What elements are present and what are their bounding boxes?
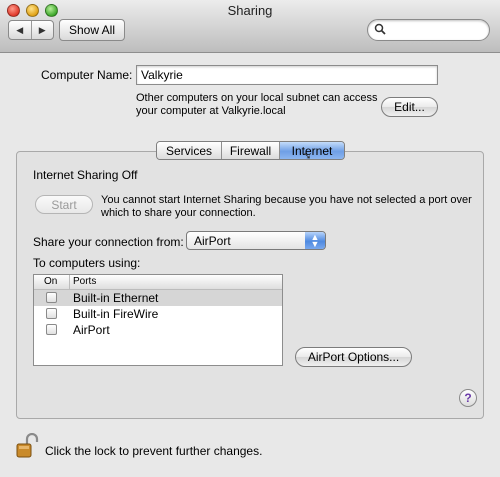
- share-from-label: Share your connection from:: [33, 235, 184, 249]
- back-arrow-icon[interactable]: ◀: [9, 21, 31, 39]
- port-checkbox-ethernet[interactable]: [46, 292, 57, 303]
- window-title: Sharing: [227, 3, 273, 18]
- computer-name-label: Computer Name:: [41, 68, 133, 82]
- popup-arrows-icon: ▲ ▼: [305, 232, 325, 249]
- tab-bar: Services Firewall Internet: [156, 141, 345, 160]
- start-button[interactable]: Start: [35, 195, 93, 214]
- to-computers-label: To computers using:: [33, 256, 141, 270]
- airport-options-button[interactable]: AirPort Options...: [295, 347, 412, 367]
- sharing-message-line2: which to share your connection.: [101, 207, 256, 219]
- help-button[interactable]: ?: [459, 389, 477, 407]
- internet-sharing-status: Internet Sharing Off: [33, 168, 138, 182]
- title-bar: Sharing ◀ ▶ Show All: [0, 0, 500, 53]
- port-label: Built-in Ethernet: [73, 291, 159, 305]
- column-header-ports[interactable]: Ports: [73, 276, 96, 287]
- computer-name-field[interactable]: Valkyrie: [136, 65, 438, 85]
- show-all-button[interactable]: Show All: [59, 19, 125, 41]
- ports-table: On Ports Built-in Ethernet Built-in Fire…: [33, 274, 283, 366]
- column-divider: [69, 275, 70, 289]
- port-row-airport[interactable]: AirPort: [34, 322, 282, 338]
- port-label: Built-in FireWire: [73, 307, 159, 321]
- search-icon: [374, 23, 386, 35]
- tab-services[interactable]: Services: [157, 142, 221, 159]
- forward-arrow-icon[interactable]: ▶: [30, 21, 54, 39]
- column-header-on[interactable]: On: [44, 276, 57, 287]
- computer-name-description-line2: your computer at Valkyrie.local: [136, 105, 286, 117]
- share-from-value: AirPort: [194, 234, 231, 248]
- back-forward-control: ◀ ▶: [8, 20, 54, 40]
- port-label: AirPort: [73, 323, 110, 337]
- share-from-popup[interactable]: AirPort ▲ ▼: [186, 231, 326, 250]
- port-checkbox-firewire[interactable]: [46, 308, 57, 319]
- edit-button[interactable]: Edit...: [381, 97, 438, 117]
- port-checkbox-airport[interactable]: [46, 324, 57, 335]
- tab-firewall[interactable]: Firewall: [221, 142, 279, 159]
- ports-table-header: On Ports: [34, 275, 282, 290]
- tab-internet[interactable]: Internet: [279, 142, 344, 159]
- lock-message: Click the lock to prevent further change…: [45, 444, 263, 458]
- port-row-firewire[interactable]: Built-in FireWire: [34, 306, 282, 322]
- search-field[interactable]: [367, 19, 490, 41]
- computer-name-description-line1: Other computers on your local subnet can…: [136, 92, 378, 104]
- sharing-message-line1: You cannot start Internet Sharing becaus…: [101, 194, 472, 206]
- sharing-window: Sharing ◀ ▶ Show All Computer Name: Valk…: [0, 0, 500, 477]
- mouse-pointer-icon: ➘: [303, 151, 312, 162]
- lock-icon[interactable]: [15, 433, 39, 459]
- port-row-ethernet[interactable]: Built-in Ethernet: [34, 290, 282, 306]
